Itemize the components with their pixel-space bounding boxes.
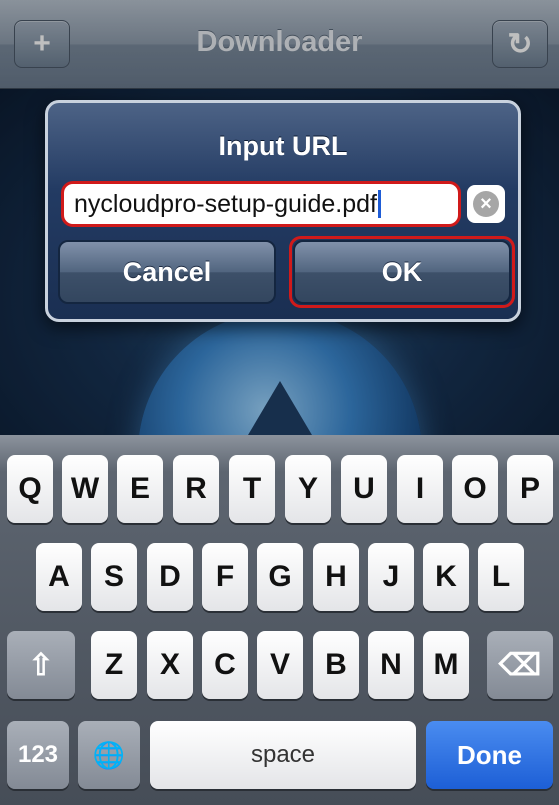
key-i[interactable]: I — [397, 455, 443, 523]
key-s[interactable]: S — [91, 543, 137, 611]
space-key[interactable]: space — [150, 721, 416, 789]
key-label: I — [415, 472, 425, 505]
ok-button-label: OK — [381, 256, 423, 287]
on-screen-keyboard: Q W E R T Y U I O P A S D F G H J K L ⇧ … — [0, 435, 559, 805]
numbers-key[interactable]: 123 — [7, 721, 69, 789]
key-e[interactable]: E — [117, 455, 163, 523]
key-label: U — [353, 472, 375, 505]
key-label: O — [463, 472, 487, 505]
key-q[interactable]: Q — [7, 455, 53, 523]
key-j[interactable]: J — [368, 543, 414, 611]
key-label: C — [214, 648, 236, 681]
key-label: B — [325, 648, 347, 681]
key-o[interactable]: O — [452, 455, 498, 523]
key-g[interactable]: G — [257, 543, 303, 611]
url-input-field[interactable]: nycloudpro-setup-guide.pdf — [61, 181, 461, 227]
key-f[interactable]: F — [202, 543, 248, 611]
globe-icon: 🌐 — [92, 739, 126, 770]
key-h[interactable]: H — [313, 543, 359, 611]
key-label: N — [380, 648, 402, 681]
key-label: D — [159, 560, 181, 593]
key-v[interactable]: V — [257, 631, 303, 699]
key-label: J — [382, 560, 400, 593]
key-label: Done — [457, 739, 522, 770]
key-k[interactable]: K — [423, 543, 469, 611]
cancel-button[interactable]: Cancel — [58, 240, 276, 304]
key-label: F — [215, 560, 235, 593]
globe-key[interactable]: 🌐 — [78, 721, 140, 789]
dialog-title: Input URL — [218, 131, 348, 161]
ok-button[interactable]: OK — [293, 240, 511, 304]
backspace-key[interactable]: ⌫ — [487, 631, 553, 699]
key-label: H — [325, 560, 347, 593]
key-label: space — [250, 741, 316, 768]
key-label: T — [242, 472, 262, 505]
key-l[interactable]: L — [478, 543, 524, 611]
key-label: R — [185, 472, 207, 505]
clear-icon: × — [473, 191, 499, 217]
key-label: A — [48, 560, 70, 593]
key-label: E — [129, 472, 150, 505]
key-label: X — [159, 648, 180, 681]
key-x[interactable]: X — [147, 631, 193, 699]
key-label: Y — [297, 472, 318, 505]
key-y[interactable]: Y — [285, 455, 331, 523]
key-c[interactable]: C — [202, 631, 248, 699]
input-url-dialog: Input URL nycloudpro-setup-guide.pdf × C… — [45, 100, 521, 322]
key-label: V — [269, 648, 290, 681]
key-label: 123 — [17, 741, 59, 768]
done-key[interactable]: Done — [426, 721, 553, 789]
key-r[interactable]: R — [173, 455, 219, 523]
shift-icon: ⇧ — [28, 648, 54, 682]
key-m[interactable]: M — [423, 631, 469, 699]
key-label: Q — [18, 472, 42, 505]
shift-key[interactable]: ⇧ — [7, 631, 75, 699]
key-a[interactable]: A — [36, 543, 82, 611]
key-label: L — [491, 560, 511, 593]
key-label: P — [519, 472, 540, 505]
key-label: W — [70, 472, 100, 505]
key-label: M — [433, 648, 459, 681]
key-t[interactable]: T — [229, 455, 275, 523]
key-d[interactable]: D — [147, 543, 193, 611]
text-cursor — [377, 190, 381, 218]
key-b[interactable]: B — [313, 631, 359, 699]
url-input-value: nycloudpro-setup-guide.pdf — [74, 189, 377, 218]
key-label: Z — [104, 648, 124, 681]
key-n[interactable]: N — [368, 631, 414, 699]
key-label: K — [435, 560, 457, 593]
key-p[interactable]: P — [507, 455, 553, 523]
key-u[interactable]: U — [341, 455, 387, 523]
key-z[interactable]: Z — [91, 631, 137, 699]
key-label: G — [268, 560, 292, 593]
backspace-icon: ⌫ — [498, 648, 542, 682]
key-w[interactable]: W — [62, 455, 108, 523]
clear-text-button[interactable]: × — [467, 185, 505, 223]
key-label: S — [103, 560, 124, 593]
cancel-button-label: Cancel — [122, 256, 212, 287]
